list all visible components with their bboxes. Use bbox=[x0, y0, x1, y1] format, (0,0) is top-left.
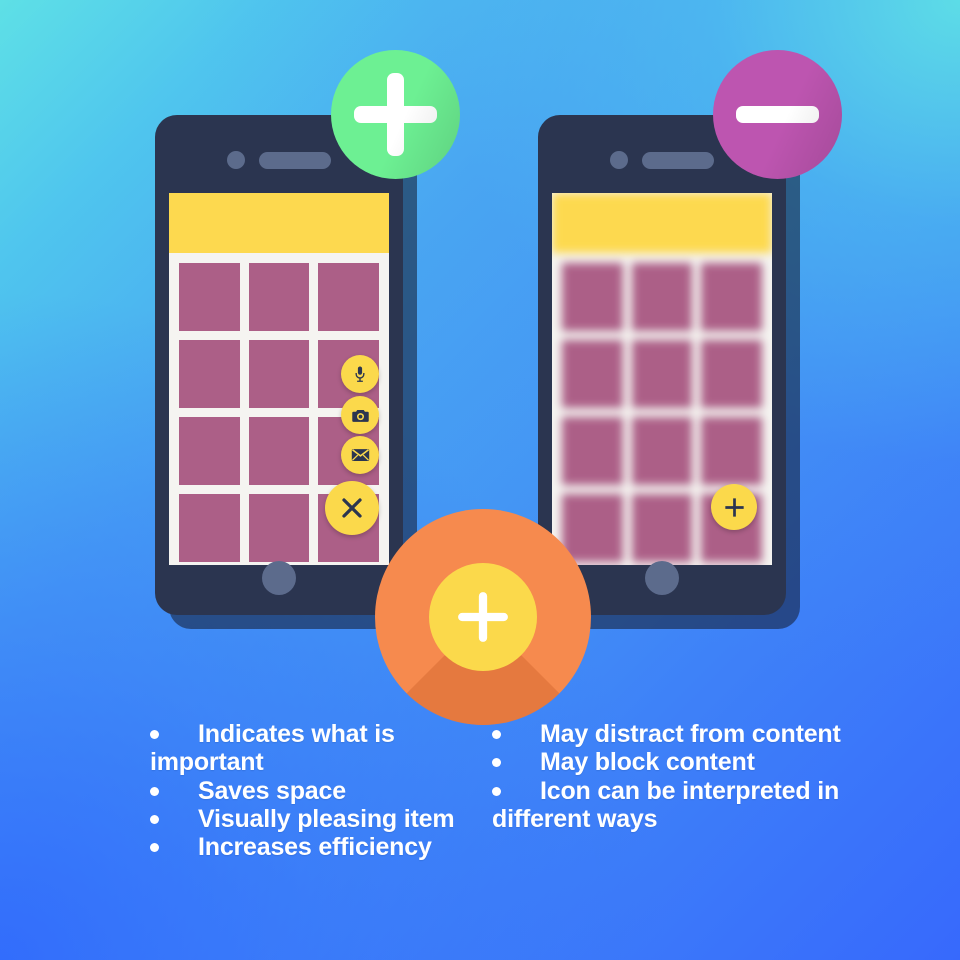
cons-column: May distract from content May block cont… bbox=[480, 720, 938, 861]
camera-dot-icon bbox=[227, 151, 245, 169]
plus-icon-vertical bbox=[387, 73, 404, 156]
content-tile bbox=[631, 263, 693, 331]
content-tile bbox=[248, 494, 310, 562]
home-button[interactable] bbox=[645, 561, 679, 595]
list-item: Saves space bbox=[150, 777, 474, 805]
phone-right-appbar bbox=[552, 193, 772, 253]
bullet-marker bbox=[150, 720, 198, 748]
close-icon bbox=[342, 498, 362, 518]
camera-dot-icon bbox=[610, 151, 628, 169]
list-item: Icon can be interpreted in different way… bbox=[492, 777, 932, 834]
content-tile bbox=[701, 417, 762, 485]
badge-con-minus bbox=[713, 50, 842, 179]
minus-icon-horizontal bbox=[736, 106, 819, 123]
microphone-icon bbox=[355, 366, 365, 382]
fab-inner-disc bbox=[429, 563, 537, 671]
plus-icon bbox=[724, 497, 744, 517]
phone-left-appbar bbox=[169, 193, 389, 253]
bullet-marker bbox=[150, 833, 198, 861]
fab-camera[interactable] bbox=[341, 396, 379, 434]
content-tile bbox=[179, 340, 240, 408]
list-item-label: May distract from content bbox=[540, 720, 841, 748]
content-tile bbox=[562, 494, 623, 562]
content-tile bbox=[179, 263, 240, 331]
content-tile bbox=[562, 417, 623, 485]
benefits-and-drawbacks-lists: Indicates what is important Saves space … bbox=[0, 720, 960, 861]
bullet-dot-icon bbox=[492, 786, 501, 796]
list-item: May distract from content bbox=[492, 720, 932, 748]
content-tile bbox=[562, 340, 623, 408]
pros-column: Indicates what is important Saves space … bbox=[22, 720, 480, 861]
bullet-dot-icon bbox=[150, 786, 159, 796]
list-item-label: Increases efficiency bbox=[198, 833, 432, 861]
speaker-grille-icon bbox=[259, 151, 331, 169]
bullet-dot-icon bbox=[150, 843, 159, 852]
phone-right[interactable] bbox=[538, 115, 786, 615]
badge-pro-plus bbox=[331, 50, 460, 179]
content-tile bbox=[631, 417, 693, 485]
phone-right-speaker-group bbox=[610, 151, 714, 169]
list-item: Visually pleasing item bbox=[150, 805, 474, 833]
bullet-dot-icon bbox=[492, 758, 501, 768]
list-item-label: May block content bbox=[540, 748, 755, 777]
home-button[interactable] bbox=[262, 561, 296, 595]
fab-mail[interactable] bbox=[341, 436, 379, 474]
fab-add[interactable] bbox=[711, 484, 757, 530]
list-item: May block content bbox=[492, 748, 932, 776]
content-tile bbox=[701, 263, 762, 331]
list-item: Indicates what is important bbox=[150, 720, 474, 777]
bullet-dot-icon bbox=[150, 814, 159, 824]
speaker-grille-icon bbox=[642, 151, 714, 169]
bullet-marker bbox=[150, 805, 198, 833]
content-tile bbox=[562, 263, 623, 331]
list-item: Increases efficiency bbox=[150, 833, 474, 861]
fab-microphone[interactable] bbox=[341, 355, 379, 393]
plus-icon bbox=[458, 592, 508, 642]
bullet-marker bbox=[492, 748, 540, 776]
bullet-dot-icon bbox=[492, 730, 501, 739]
bullet-marker bbox=[492, 720, 540, 748]
content-tile bbox=[248, 340, 310, 408]
envelope-icon bbox=[351, 449, 369, 461]
content-tile bbox=[248, 263, 310, 331]
content-tile bbox=[248, 417, 310, 485]
main-floating-action-button[interactable] bbox=[375, 509, 591, 725]
bullet-marker bbox=[492, 777, 540, 805]
fab-close[interactable] bbox=[325, 481, 379, 535]
content-tile bbox=[179, 494, 240, 562]
list-item-label: Saves space bbox=[198, 776, 346, 805]
content-tile bbox=[318, 263, 379, 331]
content-tile bbox=[179, 417, 240, 485]
bullet-marker bbox=[150, 777, 198, 805]
content-tile bbox=[631, 494, 693, 562]
list-item-label: Visually pleasing item bbox=[198, 804, 455, 833]
content-tile bbox=[701, 340, 762, 408]
phone-left-speaker-group bbox=[227, 151, 331, 169]
content-tile bbox=[631, 340, 693, 408]
bullet-dot-icon bbox=[150, 730, 159, 739]
camera-icon bbox=[351, 409, 369, 422]
infographic-canvas: Indicates what is important Saves space … bbox=[0, 0, 960, 960]
list-item-label: Icon can be interpreted in different way… bbox=[492, 776, 840, 833]
